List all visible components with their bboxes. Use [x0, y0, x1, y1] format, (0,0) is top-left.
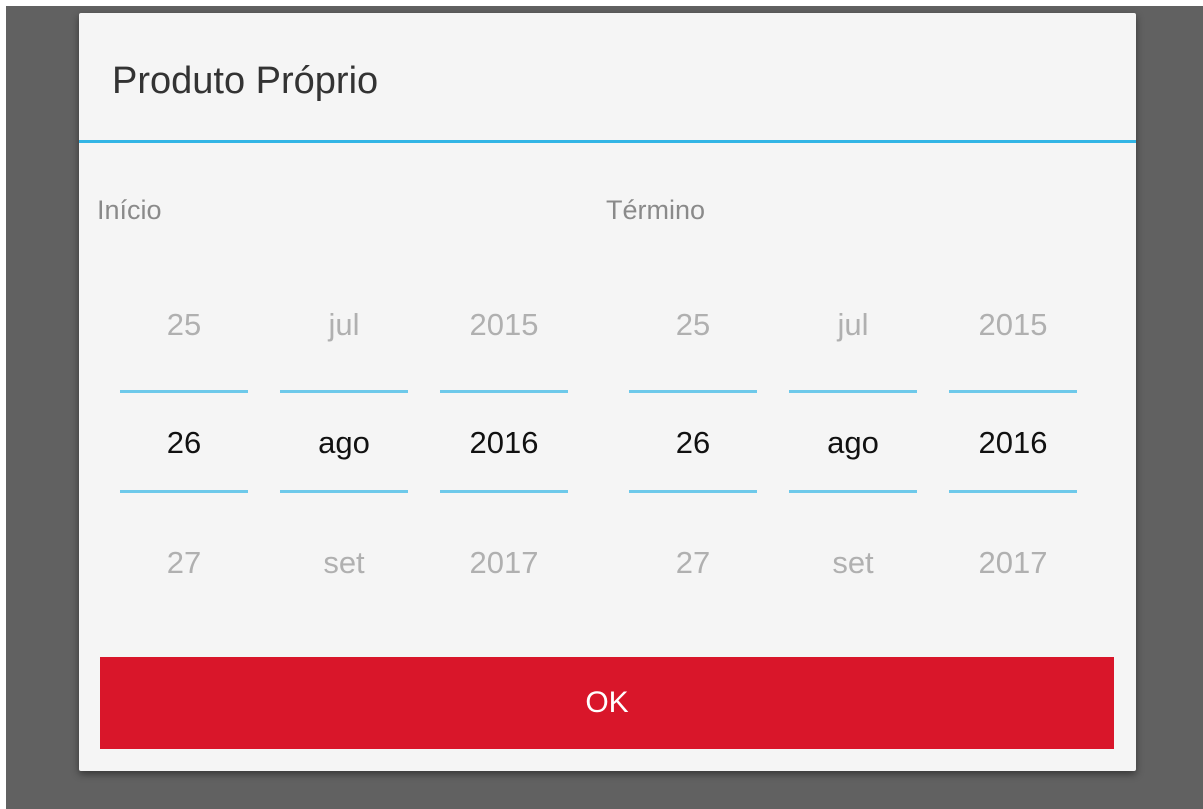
picker-divider: [120, 490, 248, 493]
picker-next-value[interactable]: 27: [120, 543, 248, 583]
picker-divider: [949, 390, 1077, 393]
picker-next-value[interactable]: set: [280, 543, 408, 583]
picker-prev-value[interactable]: 2015: [949, 305, 1077, 345]
picker-divider: [280, 390, 408, 393]
picker-prev-value[interactable]: jul: [789, 305, 917, 345]
picker-prev-value[interactable]: jul: [280, 305, 408, 345]
ok-button[interactable]: OK: [100, 657, 1114, 749]
picker-selected-value[interactable]: 2016: [440, 423, 568, 463]
end-label: Término: [606, 195, 706, 225]
picker-selected-value[interactable]: 26: [629, 423, 757, 463]
picker-next-value[interactable]: set: [789, 543, 917, 583]
start-label: Início: [97, 195, 162, 225]
end-month-picker[interactable]: jul ago set: [789, 293, 917, 613]
picker-divider: [949, 490, 1077, 493]
picker-prev-value[interactable]: 25: [629, 305, 757, 345]
date-range-dialog: Produto Próprio Início Término 25 26 27 …: [79, 13, 1136, 771]
dialog-title: Produto Próprio: [112, 60, 379, 102]
start-month-picker[interactable]: jul ago set: [280, 293, 408, 613]
picker-divider: [789, 490, 917, 493]
picker-divider: [120, 390, 248, 393]
picker-next-value[interactable]: 27: [629, 543, 757, 583]
picker-divider: [280, 490, 408, 493]
picker-selected-value[interactable]: ago: [280, 423, 408, 463]
picker-selected-value[interactable]: ago: [789, 423, 917, 463]
picker-divider: [789, 390, 917, 393]
picker-divider: [440, 390, 568, 393]
start-day-picker[interactable]: 25 26 27: [120, 293, 248, 613]
picker-divider: [629, 390, 757, 393]
start-year-picker[interactable]: 2015 2016 2017: [440, 293, 568, 613]
picker-divider: [440, 490, 568, 493]
picker-divider: [629, 490, 757, 493]
picker-next-value[interactable]: 2017: [949, 543, 1077, 583]
end-day-picker[interactable]: 25 26 27: [629, 293, 757, 613]
picker-selected-value[interactable]: 2016: [949, 423, 1077, 463]
picker-prev-value[interactable]: 25: [120, 305, 248, 345]
title-divider: [79, 140, 1136, 143]
end-year-picker[interactable]: 2015 2016 2017: [949, 293, 1077, 613]
picker-next-value[interactable]: 2017: [440, 543, 568, 583]
picker-prev-value[interactable]: 2015: [440, 305, 568, 345]
picker-selected-value[interactable]: 26: [120, 423, 248, 463]
